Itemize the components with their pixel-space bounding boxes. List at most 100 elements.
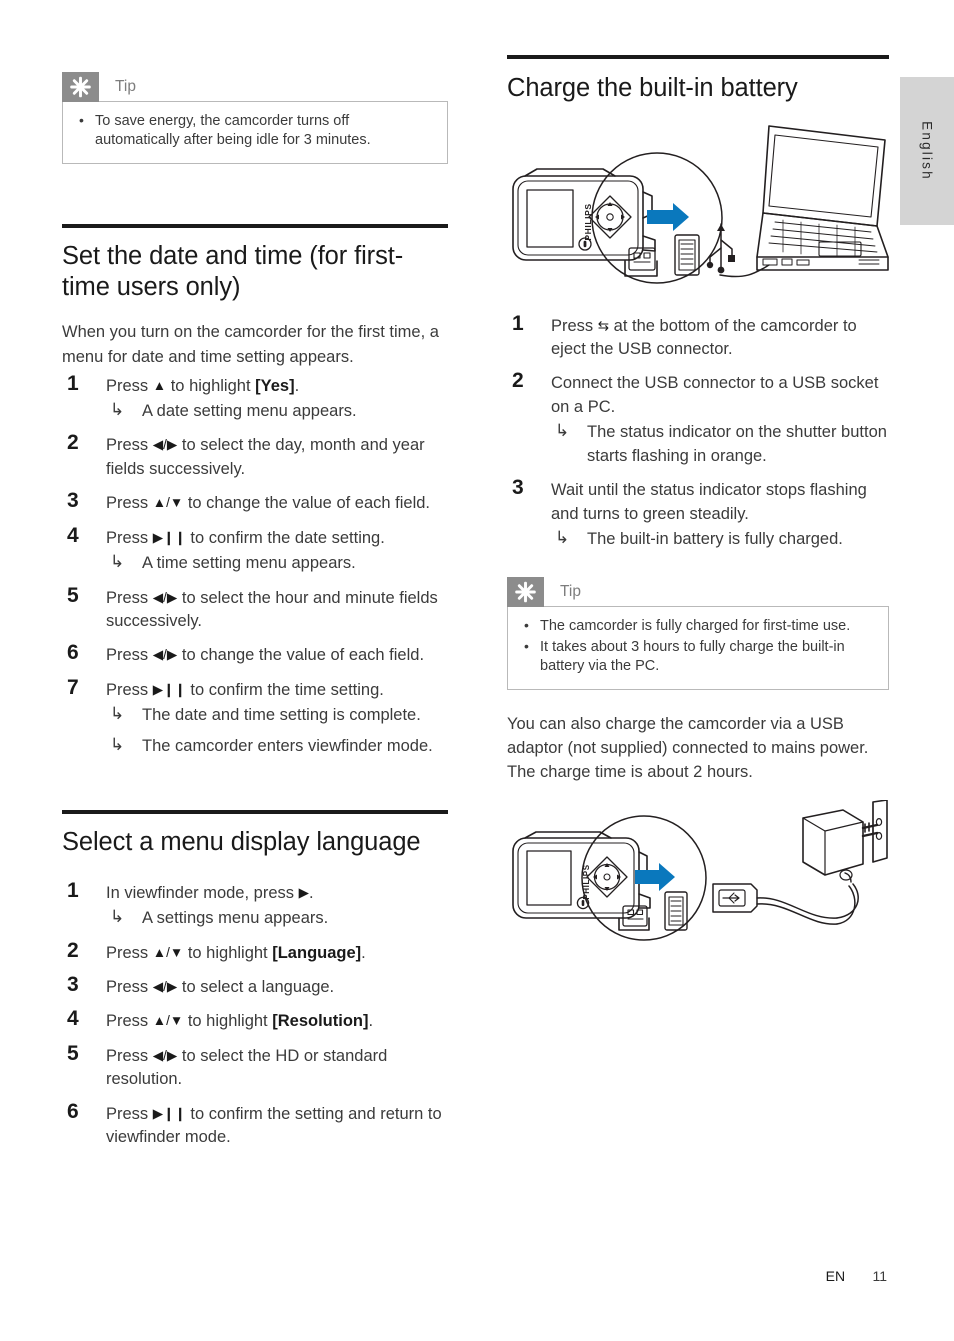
step-text-run: to confirm the time setting. xyxy=(185,680,384,699)
blue-arrow-icon xyxy=(635,863,675,891)
step-text-run: Press xyxy=(106,1046,153,1065)
step-item: Press ▶❙❙ to confirm the date setting. A … xyxy=(62,524,448,576)
section-divider xyxy=(62,810,448,815)
step-text-run: to confirm the date setting. xyxy=(185,528,385,547)
step-text: Press ◀/▶ to select the HD or standard r… xyxy=(106,1045,448,1092)
step-text-run: Wait until the status indicator stops fl… xyxy=(551,481,867,523)
step-item: Press ◀/▶ to select a language. xyxy=(62,973,448,999)
step-text-run: Press xyxy=(106,1104,153,1123)
step-text: Press ▲/▼ to change the value of each fi… xyxy=(106,492,448,515)
left-column: Tip To save energy, the camcorder turns … xyxy=(62,72,448,1149)
step-item: Connect the USB connector to a USB socke… xyxy=(507,369,889,468)
control-symbol-icon: ▶❙❙ xyxy=(152,681,186,697)
svg-text:PHILIPS: PHILIPS xyxy=(583,203,593,240)
camcorder-to-wall-adaptor-diagram: PHILIPS xyxy=(507,800,889,945)
step-result-item: A date setting menu appears. xyxy=(106,398,448,423)
step-text: Connect the USB connector to a USB socke… xyxy=(551,372,889,419)
step-result-item: The camcorder enters viewfinder mode. xyxy=(106,733,448,758)
step-result-item: A settings menu appears. xyxy=(106,905,448,930)
section-set-date-time: Set the date and time (for first-time us… xyxy=(62,224,448,758)
step-result-list: The status indicator on the shutter butt… xyxy=(551,419,889,468)
control-symbol-icon: ▲ xyxy=(152,377,167,393)
tip-header: Tip xyxy=(507,577,889,608)
step-text: Press ⇆ at the bottom of the camcorder t… xyxy=(551,315,889,362)
step-text: Press ▶❙❙ to confirm the setting and ret… xyxy=(106,1103,448,1150)
control-symbol-icon: ◀/▶ xyxy=(152,437,178,453)
step-text-run: Press xyxy=(106,494,153,513)
step-text-run: . xyxy=(368,1012,374,1031)
step-item: Press ▲/▼ to change the value of each fi… xyxy=(62,489,448,515)
control-symbol-icon: ◀/▶ xyxy=(152,589,178,605)
tip-list-item: The camcorder is fully charged for first… xyxy=(522,616,874,636)
step-text: Press ▲/▼ to highlight [Resolution]. xyxy=(106,1010,448,1033)
asterisk-icon xyxy=(507,577,544,608)
tip-list-item: It takes about 3 hours to fully charge t… xyxy=(522,637,874,676)
step-text: Wait until the status indicator stops fl… xyxy=(551,479,889,526)
step-text-run: Press xyxy=(106,588,153,607)
step-item: Wait until the status indicator stops fl… xyxy=(507,476,889,551)
step-text: Press ◀/▶ to select the day, month and y… xyxy=(106,434,448,481)
control-symbol-icon: ▶❙❙ xyxy=(152,529,186,545)
step-item: Press ◀/▶ to select the HD or standard r… xyxy=(62,1042,448,1092)
language-side-tab-label: English xyxy=(919,121,935,181)
tip-body: To save energy, the camcorder turns off … xyxy=(62,101,448,165)
step-text-run: . xyxy=(308,883,314,902)
step-item: In viewfinder mode, press ▶.A settings m… xyxy=(62,879,448,931)
step-item: Press ◀/▶ to select the day, month and y… xyxy=(62,431,448,481)
section-select-language: Select a menu display language In viewfi… xyxy=(62,810,448,1149)
step-item: Press ◀/▶ to select the hour and minute … xyxy=(62,584,448,634)
step-item: Press ▶❙❙ to confirm the time setting.Th… xyxy=(62,676,448,758)
intro-paragraph-date-time: When you turn on the camcorder for the f… xyxy=(62,323,439,366)
step-text: Press ▶❙❙ to confirm the time setting. xyxy=(106,679,448,702)
page-footer: EN 11 xyxy=(0,1268,887,1284)
step-result-item: The date and time setting is complete. xyxy=(106,702,448,727)
tip-label: Tip xyxy=(560,583,581,601)
right-column: Charge the built-in battery PHILIPS Pres… xyxy=(507,55,889,945)
step-text-run: Press xyxy=(106,977,153,996)
step-result-list: A date setting menu appears. xyxy=(106,398,448,423)
step-menu-token: [Language] xyxy=(272,943,362,962)
page-title-select-language: Select a menu display language xyxy=(62,828,421,857)
step-text: Press ▲/▼ to highlight [Language]. xyxy=(106,942,448,965)
step-result-list: A time setting menu appears. xyxy=(106,550,448,575)
step-text-run: Press xyxy=(106,1012,153,1031)
step-text-run: Press xyxy=(106,376,153,395)
step-text-run: to highlight xyxy=(166,376,256,395)
step-text-run: Connect the USB connector to a USB socke… xyxy=(551,374,879,416)
tip-callout-charging: Tip The camcorder is fully charged for f… xyxy=(507,577,889,690)
asterisk-icon xyxy=(62,72,99,102)
step-item: Press ◀/▶ to change the value of each fi… xyxy=(62,641,448,667)
step-list-charge: Press ⇆ at the bottom of the camcorder t… xyxy=(507,312,889,552)
document-page: English Tip • To save energy, the camcor… xyxy=(0,0,954,1341)
step-result-item: A time setting menu appears. xyxy=(106,550,448,575)
step-text-run: Press xyxy=(106,528,153,547)
step-text: In viewfinder mode, press ▶. xyxy=(106,882,448,905)
tip-item-list: The camcorder is fully charged for first… xyxy=(522,616,874,676)
step-text-run: Press xyxy=(106,680,153,699)
step-text: Press ◀/▶ to select the hour and minute … xyxy=(106,587,448,634)
control-symbol-icon: ◀/▶ xyxy=(152,647,178,663)
tip-header: Tip xyxy=(62,72,448,102)
tip-list-item: To save energy, the camcorder turns off … xyxy=(77,111,433,150)
step-item: Press ▲/▼ to highlight [Resolution]. xyxy=(62,1007,448,1033)
step-text-run: to change the value of each field. xyxy=(177,646,425,665)
step-item: Press ▲ to highlight [Yes].A date settin… xyxy=(62,372,448,424)
language-side-tab: English xyxy=(900,77,954,225)
control-symbol-icon: ⇆ xyxy=(597,317,610,333)
step-text-run: to change the value of each field. xyxy=(183,494,431,513)
control-symbol-icon: ▶ xyxy=(298,884,309,900)
step-text-run: to highlight xyxy=(183,1012,273,1031)
footer-page-number: 11 xyxy=(872,1268,887,1284)
step-item: Press ⇆ at the bottom of the camcorder t… xyxy=(507,312,889,362)
control-symbol-icon: ▲/▼ xyxy=(152,495,184,511)
step-text-run: Press xyxy=(106,943,153,962)
tip-body: The camcorder is fully charged for first… xyxy=(507,606,889,690)
step-result-item: The status indicator on the shutter butt… xyxy=(551,419,889,468)
camcorder-to-laptop-usb-diagram: PHILIPS xyxy=(507,118,889,303)
step-text-run: Press xyxy=(106,436,153,455)
section-divider xyxy=(62,224,448,229)
step-list-language: In viewfinder mode, press ▶.A settings m… xyxy=(62,879,448,1150)
step-result-list: A settings menu appears. xyxy=(106,905,448,930)
step-text-run: to select a language. xyxy=(177,977,335,996)
step-menu-token: [Resolution] xyxy=(272,1012,369,1031)
